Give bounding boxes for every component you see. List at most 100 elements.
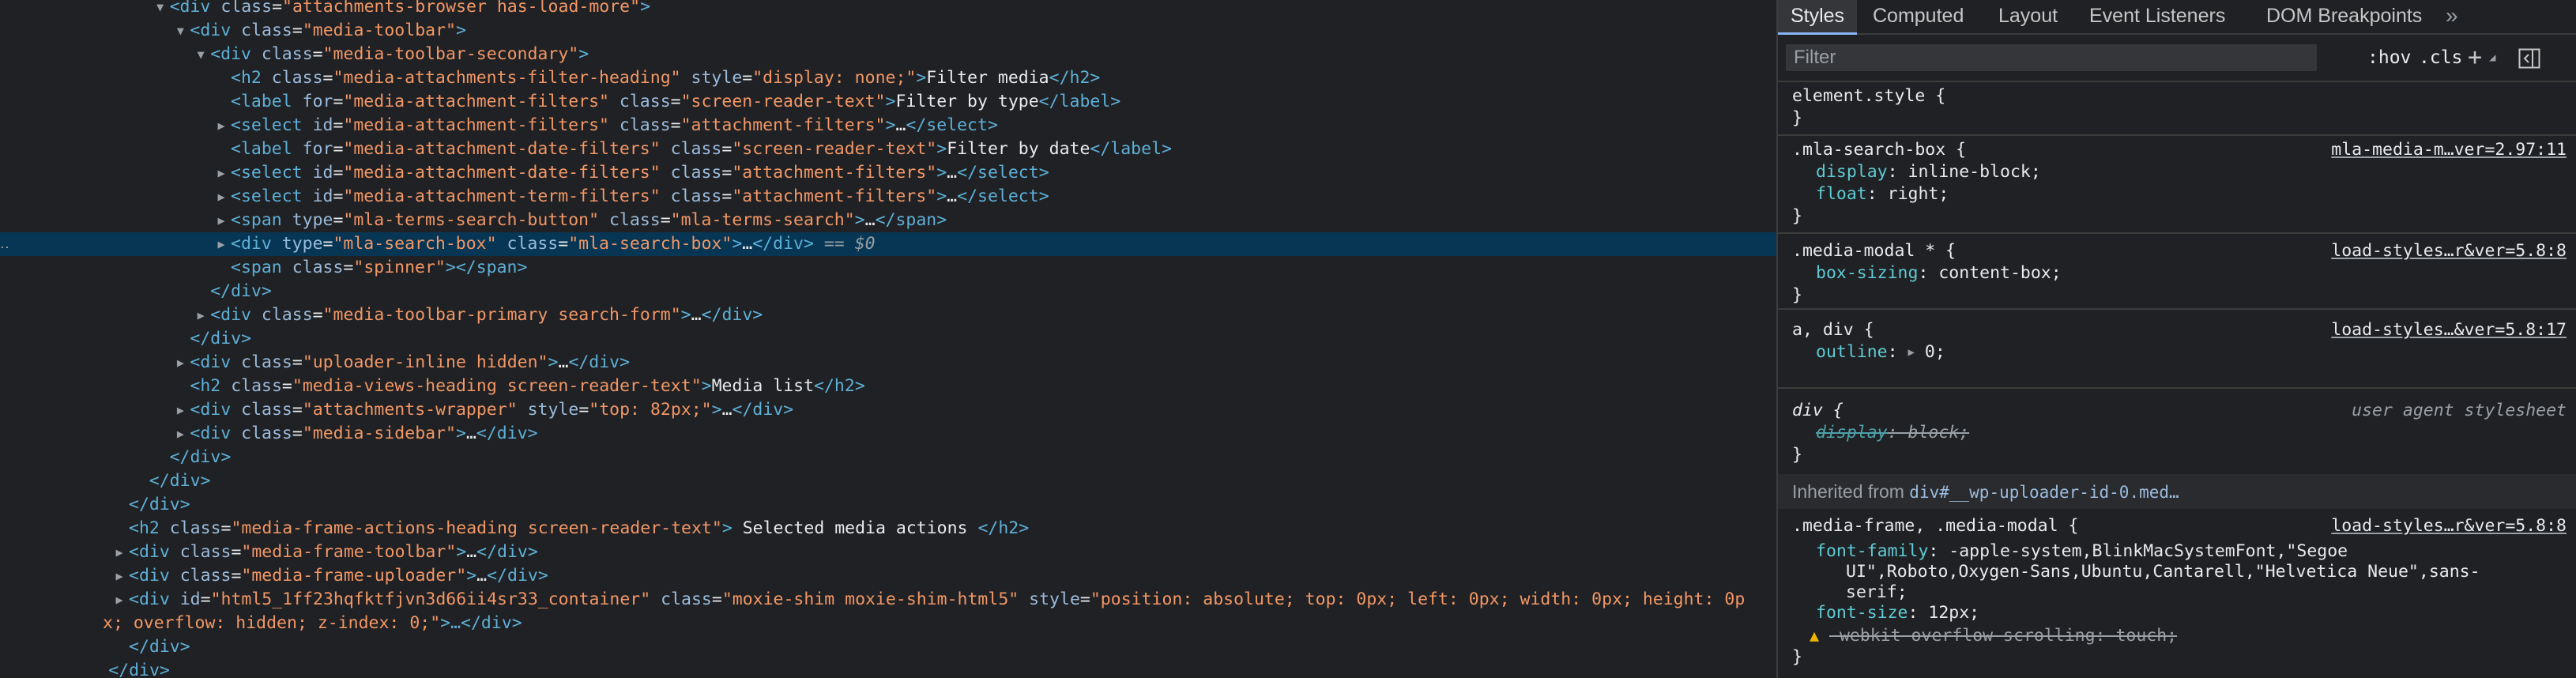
dom-node-line[interactable]: </div> xyxy=(0,469,1776,493)
dom-node-line[interactable]: </div> xyxy=(0,327,1776,351)
css-property[interactable]: float xyxy=(1816,184,1867,204)
dom-node-line[interactable]: ▼ <div class="media-toolbar-secondary"> xyxy=(0,43,1776,66)
dom-node-line[interactable]: ▶ <div class="uploader-inline hidden">…</… xyxy=(0,351,1776,375)
dom-node-markup[interactable]: <select id="media-attachment-filters" cl… xyxy=(231,115,998,135)
dom-node-markup[interactable]: <span class="spinner"></span> xyxy=(231,258,527,277)
dom-node-markup[interactable]: <div class="media-toolbar-secondary"> xyxy=(210,44,589,64)
dom-node-line[interactable]: </div> xyxy=(0,659,1776,678)
triangle-right-icon[interactable]: ▶ xyxy=(171,398,190,422)
css-value[interactable]: 12px; xyxy=(1928,603,1979,623)
triangle-right-icon[interactable]: ▶ xyxy=(110,564,129,588)
rule-source-link[interactable]: load-styles…r&ver=5.8:8 xyxy=(2331,515,2567,537)
css-declaration-invalid[interactable]: ▲ -webkit-overflow-scrolling: touch; xyxy=(1810,624,2177,646)
dom-node-line[interactable]: ▶ <select id="media-attachment-term-filte… xyxy=(0,185,1776,209)
expand-value-icon[interactable]: ▶ xyxy=(1908,341,1915,363)
rule-selector[interactable]: .mla-search-box { xyxy=(1792,139,1966,161)
css-value[interactable]: right; xyxy=(1888,184,1949,204)
more-tabs-icon[interactable]: » xyxy=(2446,0,2458,33)
dom-node-markup[interactable]: <div class="uploader-inline hidden">…</d… xyxy=(190,352,630,372)
dom-node-line[interactable]: ▶ <div class="media-sidebar">…</div> xyxy=(0,422,1776,446)
plus-icon[interactable]: + xyxy=(2468,44,2482,71)
dom-node-markup[interactable]: </div> xyxy=(129,495,190,514)
rule-source-link[interactable]: load-styles…r&ver=5.8:8 xyxy=(2331,240,2567,262)
dom-node-markup[interactable]: x; overflow: hidden; z-index: 0;">…</div… xyxy=(103,613,522,633)
css-property[interactable]: box-sizing xyxy=(1816,263,1918,283)
dom-node-markup[interactable]: <h2 class="media-views-heading screen-re… xyxy=(190,376,864,396)
triangle-right-icon[interactable]: ▶ xyxy=(212,161,231,185)
rule-selector[interactable]: element.style { xyxy=(1792,85,1945,107)
sidebar-toggle-icon[interactable] xyxy=(2518,44,2540,71)
dom-node-line[interactable]: </div> xyxy=(0,446,1776,469)
tab-computed[interactable]: Computed xyxy=(1873,0,1964,33)
css-declaration[interactable]: float: right; xyxy=(1816,183,1949,205)
triangle-right-icon[interactable]: ▶ xyxy=(171,351,190,375)
tab-dom-breakpoints[interactable]: DOM Breakpoints xyxy=(2266,0,2422,33)
selected-node-ellipsis[interactable]: ‥ xyxy=(0,232,9,256)
dom-node-markup[interactable]: <div class="media-sidebar">…</div> xyxy=(190,424,537,443)
dom-node-line[interactable]: </div> xyxy=(0,280,1776,303)
dom-node-markup[interactable]: <div class="attachments-browser has-load… xyxy=(170,0,650,17)
dom-node-markup[interactable]: </div> xyxy=(190,329,251,348)
styles-filter-input[interactable]: Filter xyxy=(1786,44,2317,71)
dom-node-markup[interactable]: <label for="media-attachment-date-filter… xyxy=(231,139,1172,159)
css-property[interactable]: font-family xyxy=(1816,541,1928,561)
dom-node-line[interactable]: </div> xyxy=(0,635,1776,659)
triangle-right-icon[interactable]: ▶ xyxy=(212,114,231,137)
css-declaration[interactable]: font-size: 12px; xyxy=(1816,602,1979,624)
css-value[interactable]: inline-block; xyxy=(1908,162,2041,182)
css-value[interactable]: content-box; xyxy=(1938,263,2061,283)
dom-node-line[interactable]: x; overflow: hidden; z-index: 0;">…</div… xyxy=(0,612,1776,635)
rule-selector[interactable]: .media-modal * { xyxy=(1792,240,1956,262)
triangle-right-icon[interactable]: ▶ xyxy=(171,422,190,446)
css-declaration-overridden[interactable]: display: block; xyxy=(1816,422,1969,444)
dom-node-markup[interactable]: <div class="media-frame-uploader">…</div… xyxy=(129,566,548,586)
triangle-right-icon[interactable]: ▶ xyxy=(110,588,129,612)
dom-node-markup[interactable]: </div> xyxy=(170,447,232,467)
dom-node-line[interactable]: <h2 class="media-views-heading screen-re… xyxy=(0,375,1776,398)
dom-node-line[interactable]: ▶ <span type="mla-terms-search-button" cl… xyxy=(0,209,1776,232)
dom-node-markup[interactable]: </div> xyxy=(129,637,190,657)
dom-node-line[interactable]: ▼ <div class="media-toolbar"> xyxy=(0,19,1776,43)
triangle-right-icon[interactable]: ▶ xyxy=(212,185,231,209)
triangle-down-icon[interactable]: ▼ xyxy=(191,43,210,66)
add-rule-menu-icon[interactable]: ◢ xyxy=(2489,44,2495,71)
inherited-node-link[interactable]: div#__wp-uploader-id-0.med… xyxy=(1909,483,2179,502)
dom-node-markup[interactable]: <span type="mla-terms-search-button" cla… xyxy=(231,210,947,230)
dom-node-markup[interactable]: <div id="html5_1ff23hqfktfjvn3d66ii4sr33… xyxy=(129,589,1745,609)
dom-node-line[interactable]: <h2 class="media-frame-actions-heading s… xyxy=(0,517,1776,541)
css-value-line-1[interactable]: -apple-system,BlinkMacSystemFont,"Segoe xyxy=(1949,541,2348,561)
dom-node-markup[interactable]: <div class="media-toolbar"> xyxy=(190,21,466,40)
css-declaration[interactable]: font-family: -apple-system,BlinkMacSyste… xyxy=(1816,541,2348,563)
dom-node-markup[interactable]: <select id="media-attachment-term-filter… xyxy=(231,186,1049,206)
rule-source-link[interactable]: load-styles…&ver=5.8:17 xyxy=(2331,319,2567,341)
css-declaration[interactable]: box-sizing: content-box; xyxy=(1816,262,2062,284)
css-property[interactable]: display xyxy=(1816,162,1888,182)
dom-node-markup[interactable]: </div> xyxy=(210,281,272,301)
css-declaration[interactable]: outline: ▶ 0; xyxy=(1816,341,1945,363)
triangle-right-icon[interactable]: ▶ xyxy=(191,303,210,327)
dom-node-markup[interactable]: </div> xyxy=(149,471,211,491)
hov-button[interactable]: :hov xyxy=(2367,44,2411,71)
dom-node-markup[interactable]: <label for="media-attachment-filters" cl… xyxy=(231,92,1120,111)
dom-node-line[interactable]: ▶ <div class="attachments-wrapper" style=… xyxy=(0,398,1776,422)
dom-node-line[interactable]: <h2 class="media-attachments-filter-head… xyxy=(0,66,1776,90)
rule-selector[interactable]: .media-frame, .media-modal { xyxy=(1792,515,2078,537)
dom-node-line[interactable]: ▶ <div id="html5_1ff23hqfktfjvn3d66ii4sr3… xyxy=(0,588,1776,612)
dom-node-line[interactable]: ▶ <select id="media-attachment-filters" c… xyxy=(0,114,1776,137)
dom-node-markup[interactable]: <h2 class="media-attachments-filter-head… xyxy=(231,68,1100,88)
dom-node-line[interactable]: ▼ <div class="attachments-browser has-loa… xyxy=(0,0,1776,19)
tab-event-listeners[interactable]: Event Listeners xyxy=(2089,0,2225,33)
triangle-right-icon[interactable]: ▶ xyxy=(212,209,231,232)
dom-node-markup[interactable]: <h2 class="media-frame-actions-heading s… xyxy=(129,518,1029,538)
rule-selector[interactable]: a, div { xyxy=(1792,319,1874,341)
dom-node-markup[interactable]: <div class="media-frame-toolbar">…</div> xyxy=(129,542,538,562)
dom-node-markup[interactable]: <select id="media-attachment-date-filter… xyxy=(231,163,1049,183)
dom-node-line[interactable]: ▶ <div class="media-toolbar-primary searc… xyxy=(0,303,1776,327)
css-property[interactable]: outline xyxy=(1816,342,1888,362)
css-property[interactable]: font-size xyxy=(1816,603,1908,623)
dom-node-markup[interactable]: <div class="attachments-wrapper" style="… xyxy=(190,400,793,420)
dom-node-line[interactable]: <label for="media-attachment-date-filter… xyxy=(0,137,1776,161)
cls-button[interactable]: .cls xyxy=(2419,44,2462,71)
dom-node-line[interactable]: ▶ <select id="media-attachment-date-filte… xyxy=(0,161,1776,185)
tab-layout[interactable]: Layout xyxy=(1998,0,2058,33)
